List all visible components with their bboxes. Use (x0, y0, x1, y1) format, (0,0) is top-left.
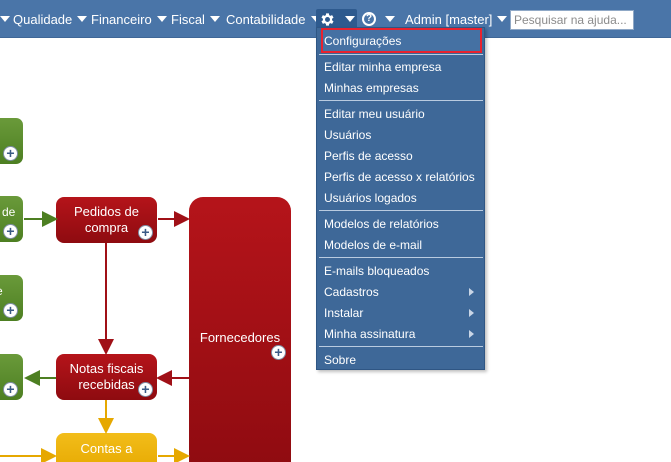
menu-item-label: Modelos de relatórios (324, 216, 439, 231)
chevron-down-icon (156, 16, 167, 22)
menu-item-label: Minha assinatura (324, 326, 416, 341)
settings-dropdown-menu: Configurações Editar minha empresa Minha… (316, 27, 485, 370)
flow-box-label: Contas a (80, 441, 133, 456)
add-icon[interactable]: + (3, 382, 18, 397)
menu-item-configuracoes[interactable]: Configurações (321, 28, 482, 53)
flow-box-left-3[interactable]: e + (0, 275, 23, 321)
flow-box-pedidos-de-compra[interactable]: Pedidos de compra + (56, 197, 157, 243)
menu-item-sobre[interactable]: Sobre (323, 349, 480, 370)
nav-item-label: Financeiro (91, 11, 152, 27)
flow-box-label: Fornecedores (199, 330, 281, 345)
menu-item-modelos-de-relatorios[interactable]: Modelos de relatórios (323, 213, 480, 234)
add-icon[interactable]: + (271, 345, 286, 360)
flow-box-fornecedores[interactable]: Fornecedores + (189, 197, 291, 462)
menu-item-label: Perfis de acesso (324, 148, 413, 163)
menu-item-minha-assinatura[interactable]: Minha assinatura (323, 323, 480, 344)
menu-item-instalar[interactable]: Instalar (323, 302, 480, 323)
chevron-down-icon (385, 16, 395, 22)
menu-item-label: E-mails bloqueados (324, 263, 430, 278)
menu-divider (319, 54, 483, 55)
chevron-down-icon (77, 16, 88, 22)
menu-divider (319, 257, 483, 258)
add-icon[interactable]: + (3, 224, 18, 239)
menu-item-editar-minha-empresa[interactable]: Editar minha empresa (323, 56, 480, 77)
chevron-down-icon (345, 16, 355, 22)
nav-item-fiscal[interactable]: Fiscal (171, 0, 220, 38)
flow-box-label: recebidas (78, 377, 135, 392)
chevron-right-icon (469, 288, 474, 296)
nav-item-contabilidade[interactable]: Contabilidade (226, 0, 321, 38)
menu-divider (319, 100, 483, 101)
menu-divider (319, 346, 483, 347)
chevron-down-icon (497, 16, 508, 22)
menu-item-label: Configurações (324, 33, 402, 48)
flow-box-left-2[interactable]: de + (0, 196, 23, 242)
help-icon: ? (362, 12, 376, 26)
add-icon[interactable]: + (3, 146, 18, 161)
gear-icon (321, 12, 334, 26)
nav-item-label: Fiscal (171, 11, 205, 27)
menu-item-usuarios[interactable]: Usuários (323, 124, 480, 145)
menu-item-label: Minhas empresas (324, 80, 419, 95)
menu-item-label: Usuários (324, 127, 372, 142)
nav-item-label: Contabilidade (226, 11, 306, 27)
menu-item-label: Instalar (324, 305, 364, 320)
menu-item-label: Modelos de e-mail (324, 237, 423, 252)
menu-item-label: Editar minha empresa (324, 59, 442, 74)
chevron-right-icon (469, 330, 474, 338)
menu-item-minhas-empresas[interactable]: Minhas empresas (323, 77, 480, 98)
menu-item-label: Editar meu usuário (324, 106, 425, 121)
nav-item-qualidade[interactable]: Qualidade (13, 0, 88, 38)
nav-item-financeiro[interactable]: Financeiro (91, 0, 167, 38)
menu-item-label: Cadastros (324, 284, 379, 299)
menu-item-perfis-de-acesso[interactable]: Perfis de acesso (323, 145, 480, 166)
menu-item-emails-bloqueados[interactable]: E-mails bloqueados (323, 260, 480, 281)
chevron-down-icon[interactable] (0, 16, 10, 22)
help-search-input[interactable] (510, 10, 634, 30)
flow-box-notas-fiscais-recebidas[interactable]: Notas fiscais recebidas + (56, 354, 157, 400)
menu-item-label: Sobre (324, 352, 357, 367)
flow-box-label: de (2, 205, 16, 219)
nav-item-label: Qualidade (13, 11, 73, 27)
menu-item-label: Usuários logados (324, 190, 417, 205)
flow-box-label: Pedidos de (73, 204, 140, 219)
flow-box-left-4[interactable]: + (0, 354, 23, 400)
menu-item-cadastros[interactable]: Cadastros (323, 281, 480, 302)
flow-box-label: Notas fiscais (69, 361, 144, 376)
menu-item-modelos-de-email[interactable]: Modelos de e-mail (323, 234, 480, 255)
add-icon[interactable]: + (3, 303, 18, 318)
menu-item-editar-meu-usuario[interactable]: Editar meu usuário (323, 103, 480, 124)
flow-box-label: e (0, 284, 3, 298)
menu-item-perfis-de-acesso-x-relatorios[interactable]: Perfis de acesso x relatórios (323, 166, 480, 187)
add-icon[interactable]: + (138, 225, 153, 240)
add-icon[interactable]: + (138, 382, 153, 397)
flow-box-label: compra (84, 220, 129, 235)
chevron-down-icon (209, 16, 220, 22)
user-label: Admin [master] (405, 11, 493, 27)
chevron-right-icon (469, 309, 474, 317)
settings-menu-button[interactable] (316, 9, 357, 29)
flow-box-contas-a-pagar[interactable]: Contas a (56, 433, 157, 462)
menu-item-usuarios-logados[interactable]: Usuários logados (323, 187, 480, 208)
flow-box-left-1[interactable]: + (0, 118, 23, 164)
menu-item-label: Perfis de acesso x relatórios (324, 169, 475, 184)
menu-divider (319, 210, 483, 211)
